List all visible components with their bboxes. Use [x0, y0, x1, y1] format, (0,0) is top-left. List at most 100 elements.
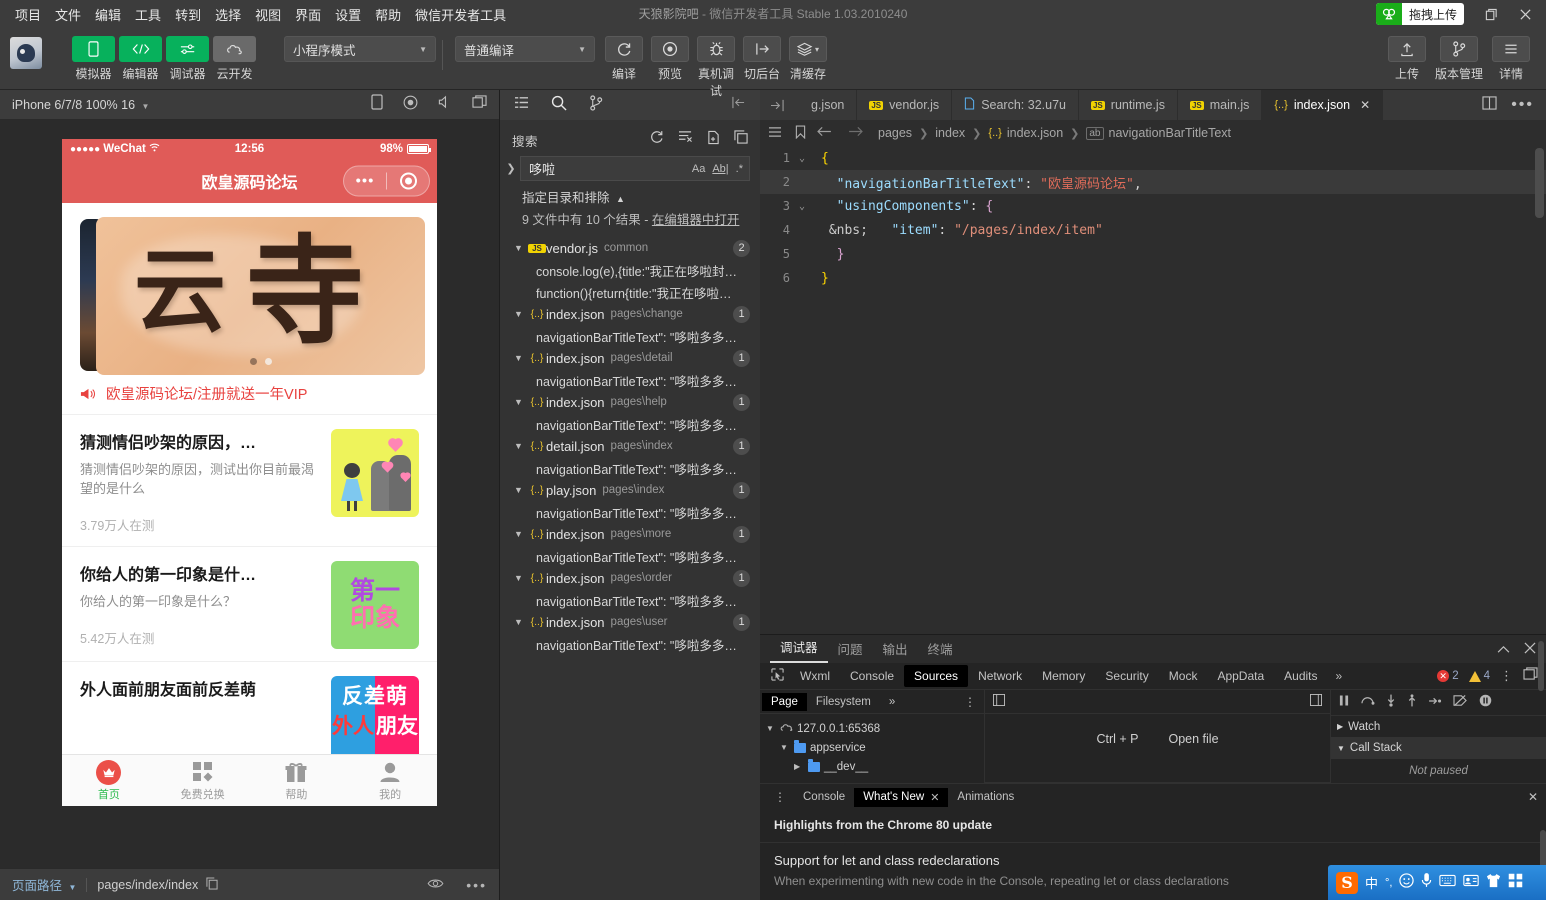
result-file-row[interactable]: ▼ {..} detail.json pages\index 1: [500, 435, 760, 457]
open-new-editor-icon[interactable]: [707, 130, 720, 150]
deactivate-breakpoints-icon[interactable]: [1453, 694, 1468, 710]
code-line[interactable]: 6 }: [760, 266, 1546, 290]
explorer-icon[interactable]: [514, 96, 529, 114]
project-avatar[interactable]: [10, 37, 42, 69]
twisty-icon[interactable]: ▼: [514, 309, 528, 319]
step-out-icon[interactable]: [1407, 694, 1417, 710]
result-file-row[interactable]: ▼ {..} index.json pages\detail 1: [500, 347, 760, 369]
result-file-row[interactable]: ▼ {..} index.json pages\more 1: [500, 523, 760, 545]
menu-item-project[interactable]: 项目: [8, 1, 48, 28]
navigator-tab-filesystem[interactable]: Filesystem: [807, 693, 880, 711]
result-line[interactable]: function(){return{title:"我正在哆啦…: [500, 281, 760, 303]
show-navigator-icon[interactable]: [993, 694, 1005, 709]
chevron-right-icon-search[interactable]: ❯: [502, 162, 520, 175]
menu-item-view[interactable]: 视图: [248, 1, 288, 28]
search-icon[interactable]: [551, 95, 567, 116]
editor-tab-search[interactable]: Search: 32.u7u: [952, 90, 1079, 120]
twisty-icon[interactable]: ▼: [766, 724, 776, 733]
more-icon-footer[interactable]: •••: [466, 877, 487, 893]
capsule-close-icon[interactable]: [387, 172, 429, 190]
twisty-icon[interactable]: ▶: [794, 762, 804, 771]
fold-toggle-icon[interactable]: ⌄: [794, 201, 810, 212]
result-file-row[interactable]: ▼ JS vendor.js common 2: [500, 237, 760, 259]
clear-results-icon[interactable]: [678, 130, 693, 150]
split-editor-icon[interactable]: [1482, 95, 1497, 115]
devtools-tab-appdata[interactable]: AppData: [1207, 665, 1274, 687]
result-line[interactable]: navigationBarTitleText": "哆啦多多…: [500, 501, 760, 523]
fold-toggle-icon[interactable]: ⌄: [794, 153, 810, 164]
tab-help[interactable]: 帮助: [250, 759, 344, 802]
panel-tab-output[interactable]: 输出: [873, 635, 918, 663]
menu-item-edit[interactable]: 编辑: [88, 1, 128, 28]
banner-carousel[interactable]: 云 寺: [62, 203, 437, 378]
phone-rotate-icon[interactable]: [371, 94, 383, 115]
apps-icon[interactable]: [1508, 873, 1523, 893]
mode-select[interactable]: 小程序模式 ▼: [284, 36, 436, 62]
result-file-row[interactable]: ▼ {..} index.json pages\help 1: [500, 391, 760, 413]
search-input[interactable]: 哆啦 Aa Ab| .*: [520, 156, 750, 181]
dock-icon[interactable]: [1523, 667, 1538, 685]
debugger-section-callstack[interactable]: ▼ Call Stack: [1331, 737, 1546, 760]
pause-icon[interactable]: [1339, 695, 1349, 709]
refresh-icon-search[interactable]: [650, 130, 664, 150]
warning-count-badge[interactable]: 4: [1468, 670, 1490, 682]
twisty-icon[interactable]: ▼: [780, 743, 790, 752]
twisty-icon[interactable]: ▼: [514, 573, 528, 583]
close-icon-panel[interactable]: [1524, 641, 1536, 659]
result-file-row[interactable]: ▼ {..} index.json pages\change 1: [500, 303, 760, 325]
tree-row[interactable]: ▶ __dev__: [766, 757, 984, 776]
list-item[interactable]: 你给人的第一印象是什… 你给人的第一印象是什么？ 5.42万人在测 第一 印象: [62, 545, 437, 661]
tree-row[interactable]: ▼ 127.0.0.1:65368: [766, 719, 984, 738]
tab-home[interactable]: 首页: [62, 759, 156, 802]
toolbar-button-clearcache[interactable]: ▾ 清缓存: [785, 28, 831, 82]
regex-option[interactable]: .*: [736, 163, 743, 175]
keyboard-icon[interactable]: [1439, 874, 1457, 892]
open-file-label[interactable]: Open file: [1169, 732, 1219, 746]
inspect-icon[interactable]: [764, 668, 790, 684]
devtools-tab-memory[interactable]: Memory: [1032, 665, 1095, 687]
menu-item-file[interactable]: 文件: [48, 1, 88, 28]
list-item[interactable]: 猜测情侣吵架的原因，… 猜测情侣吵架的原因，测试出你目前最渴望的是什么 3.79…: [62, 414, 437, 546]
outline-icon[interactable]: [768, 126, 782, 141]
smiley-icon[interactable]: [1399, 872, 1415, 893]
editor-tab-runtimejs[interactable]: JS runtime.js: [1078, 90, 1178, 120]
mic-icon[interactable]: [1421, 872, 1432, 893]
toolbar-button-simulator[interactable]: 模拟器: [70, 28, 117, 82]
navigator-more-icon[interactable]: ⋮: [964, 695, 984, 709]
open-in-editor-link[interactable]: 在编辑器中打开: [652, 213, 740, 227]
tab-exchange[interactable]: 免费兑换: [156, 759, 250, 802]
drawer-more-icon[interactable]: ⋮: [766, 790, 794, 804]
tab-mine[interactable]: 我的: [343, 759, 437, 802]
chevron-up-icon[interactable]: [1497, 641, 1510, 659]
menu-item-select[interactable]: 选择: [208, 1, 248, 28]
menu-item-devtools[interactable]: 微信开发者工具: [408, 1, 513, 28]
devtools-tab-security[interactable]: Security: [1095, 665, 1158, 687]
devtools-tab-overflow-icon[interactable]: »: [1328, 669, 1351, 683]
navigator-tab-overflow-icon[interactable]: »: [880, 693, 904, 711]
multi-window-icon[interactable]: [472, 95, 487, 114]
eye-icon-footer[interactable]: [427, 878, 444, 892]
devtools-tab-console[interactable]: Console: [840, 665, 904, 687]
tree-row[interactable]: ▼ appservice: [766, 738, 984, 757]
menu-item-goto[interactable]: 转到: [168, 1, 208, 28]
record-icon[interactable]: [403, 95, 418, 115]
result-file-row[interactable]: ▼ {..} index.json pages\user 1: [500, 611, 760, 633]
drawer-tab-animations[interactable]: Animations: [948, 788, 1023, 806]
ime-toolbar[interactable]: S 中 °,: [1328, 865, 1546, 900]
menu-item-interface[interactable]: 界面: [288, 1, 328, 28]
error-count-badge[interactable]: ✕ 2: [1437, 670, 1459, 682]
step-into-icon[interactable]: [1386, 694, 1396, 710]
breadcrumb-item-index[interactable]: index: [935, 126, 965, 140]
more-vertical-icon[interactable]: ⋮: [1500, 669, 1513, 682]
toolbar-button-realdevice[interactable]: 真机调试: [693, 28, 739, 99]
editor-tab-vendorjs[interactable]: JS vendor.js: [857, 90, 953, 120]
twisty-icon[interactable]: ▼: [514, 485, 528, 495]
devtools-tab-network[interactable]: Network: [968, 665, 1032, 687]
devtools-tab-audits[interactable]: Audits: [1274, 665, 1327, 687]
devtools-tab-sources[interactable]: Sources: [904, 665, 969, 687]
forward-arrow-icon[interactable]: [848, 126, 864, 140]
toolbar-button-compile[interactable]: 编译: [601, 28, 647, 82]
toolbar-button-version[interactable]: 版本管理: [1430, 28, 1488, 82]
panel-tab-debugger[interactable]: 调试器: [770, 633, 828, 663]
panel-tab-terminal[interactable]: 终端: [918, 635, 963, 663]
